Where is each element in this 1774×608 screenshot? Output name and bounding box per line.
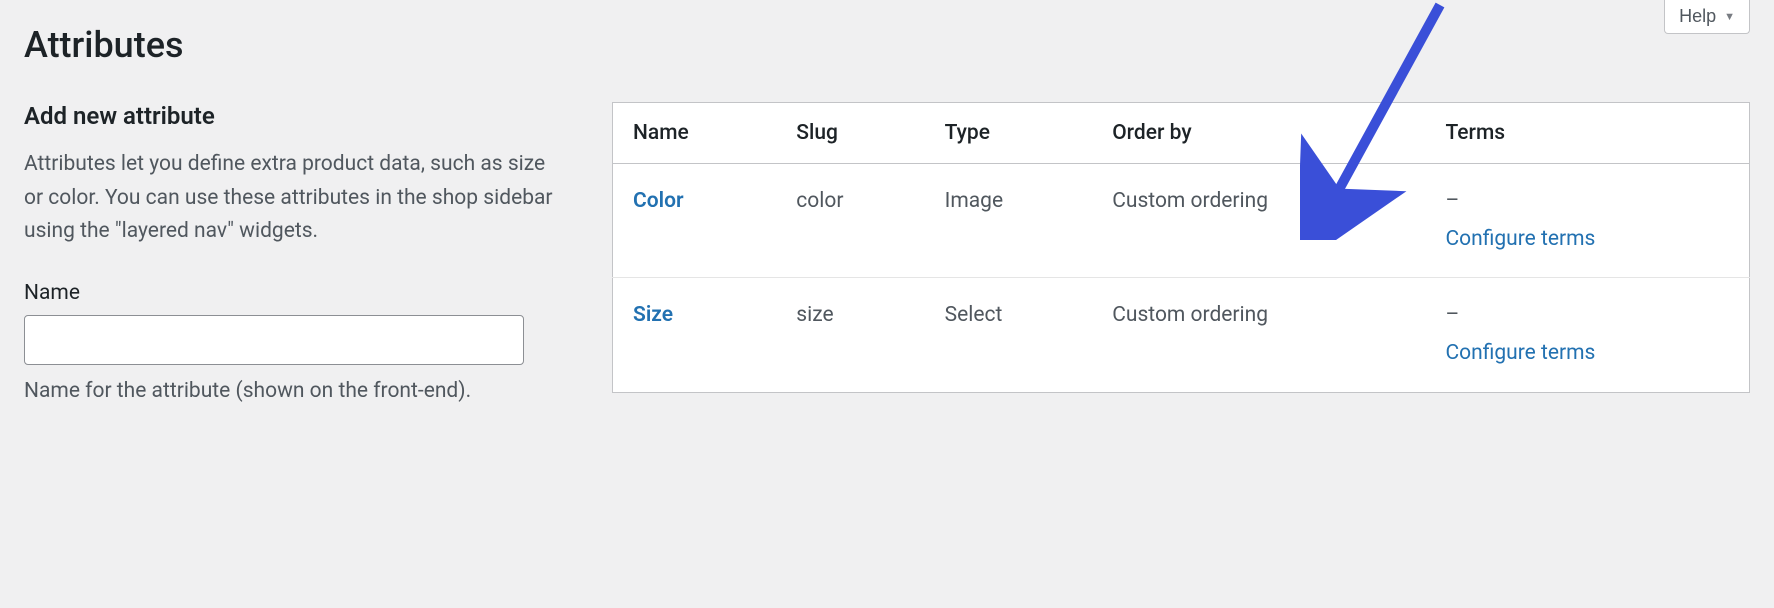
- attribute-orderby: Custom ordering: [1092, 278, 1425, 392]
- attribute-name-link[interactable]: Size: [633, 303, 673, 327]
- col-slug: Slug: [776, 103, 924, 164]
- chevron-down-icon: ▼: [1724, 11, 1735, 23]
- name-input[interactable]: [24, 315, 524, 365]
- configure-terms-link[interactable]: Configure terms: [1445, 341, 1595, 365]
- attribute-name-link[interactable]: Color: [633, 189, 684, 213]
- attribute-slug: color: [776, 164, 924, 278]
- col-order-by: Order by: [1092, 103, 1425, 164]
- attribute-type: Select: [925, 278, 1093, 392]
- col-terms: Terms: [1425, 103, 1749, 164]
- col-name: Name: [613, 103, 777, 164]
- attribute-type: Image: [925, 164, 1093, 278]
- col-type: Type: [925, 103, 1093, 164]
- attribute-slug: size: [776, 278, 924, 392]
- attribute-orderby: Custom ordering: [1092, 164, 1425, 278]
- name-field-help: Name for the attribute (shown on the fro…: [24, 375, 564, 409]
- add-attribute-form: Add new attribute Attributes let you def…: [24, 102, 564, 408]
- attributes-table: Name Slug Type Order by Terms Color colo…: [612, 102, 1750, 393]
- table-row: Color color Image Custom ordering – Conf…: [613, 164, 1750, 278]
- form-description: Attributes let you define extra product …: [24, 148, 564, 249]
- terms-placeholder: –: [1445, 184, 1729, 220]
- form-heading: Add new attribute: [24, 102, 564, 130]
- table-row: Size size Select Custom ordering – Confi…: [613, 278, 1750, 392]
- name-field-label: Name: [24, 281, 564, 305]
- terms-placeholder: –: [1445, 298, 1729, 334]
- help-label: Help: [1679, 6, 1716, 27]
- page-title: Attributes: [24, 24, 1750, 66]
- help-toggle-button[interactable]: Help ▼: [1664, 0, 1750, 34]
- configure-terms-link[interactable]: Configure terms: [1445, 227, 1595, 251]
